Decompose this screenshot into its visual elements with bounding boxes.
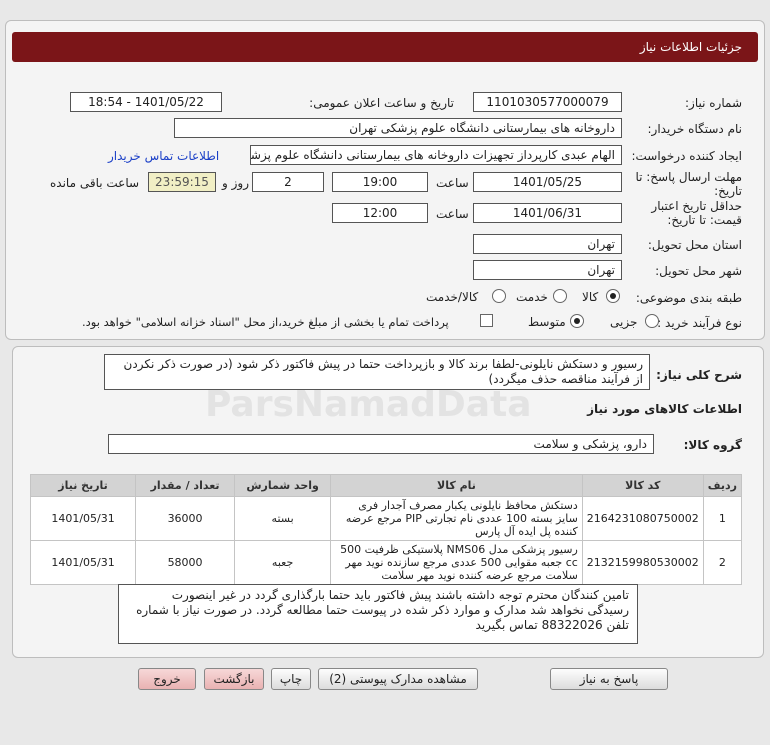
category-option-service: خدمت	[516, 290, 548, 304]
category-option-goods: کالا	[582, 290, 599, 304]
row-unit: جعبه	[234, 540, 332, 585]
deadline-label: مهلت ارسال پاسخ: تا تاریخ:	[635, 170, 742, 198]
buyer-contact-link[interactable]: اطلاعات تماس خریدار	[108, 149, 219, 163]
province-field: تهران	[473, 234, 622, 254]
col-name: نام کالا	[330, 474, 583, 497]
col-qty: تعداد / مقدار	[135, 474, 236, 497]
description-field: رسیور و دستکش نایلونی-لطفا برند کالا و ب…	[104, 354, 650, 390]
process-radio-medium[interactable]	[570, 314, 584, 328]
buyer-label: نام دستگاه خریدار:	[647, 122, 743, 136]
row-date: 1401/05/31	[29, 540, 137, 585]
creator-field: الهام عبدی کارپرداز تجهیزات داروخانه های…	[250, 145, 622, 165]
row-code: 2132159980530002	[581, 540, 704, 585]
table-row[interactable]: 1 2164231080750002 دستکش محافظ نایلونی ی…	[29, 496, 743, 541]
goods-table-header: ردیف کد کالا نام کالا واحد شمارش تعداد /…	[29, 474, 743, 497]
days-field: 2	[252, 172, 324, 192]
row-index: 2	[702, 540, 743, 585]
col-unit: واحد شمارش	[234, 474, 332, 497]
creator-label: ایجاد کننده درخواست:	[631, 149, 742, 163]
city-label: شهر محل تحویل:	[655, 264, 742, 278]
process-option-minor: جزیی	[610, 315, 638, 329]
goods-table: ردیف کد کالا نام کالا واحد شمارش تعداد /…	[29, 474, 743, 585]
col-index: ردیف	[702, 474, 743, 497]
col-date: تاریخ نیاز	[29, 474, 137, 497]
category-radio-goods-service[interactable]	[492, 289, 506, 303]
description-label: شرح کلی نیاز:	[656, 368, 742, 382]
row-name: رسیور پزشکی مدل NMS06 پلاستیکی ظرفیت 500…	[330, 540, 583, 585]
row-qty: 36000	[135, 496, 236, 541]
treasury-payment-note: پرداخت تمام یا بخشی از مبلغ خرید،از محل …	[82, 315, 449, 329]
treasury-payment-checkbox[interactable]	[480, 314, 493, 327]
process-radio-minor[interactable]	[645, 314, 659, 328]
validity-time-field: 12:00	[332, 203, 428, 223]
goods-section-title: اطلاعات کالاهای مورد نیاز	[587, 402, 742, 416]
province-label: استان محل تحویل:	[647, 238, 742, 252]
attachments-button[interactable]: مشاهده مدارک پیوستی (2)	[318, 668, 478, 690]
row-index: 1	[702, 496, 743, 541]
category-radio-goods[interactable]	[606, 289, 620, 303]
deadline-time-label: ساعت	[436, 176, 469, 190]
buyer-note: تامین کنندگان محترم توجه داشته باشند پیش…	[118, 584, 638, 644]
goods-group-label: گروه کالا:	[683, 438, 742, 452]
city-field: تهران	[473, 260, 622, 280]
validity-date-field: 1401/06/31	[473, 203, 622, 223]
row-qty: 58000	[135, 540, 236, 585]
category-label: طبقه بندی موضوعی:	[635, 291, 742, 305]
row-date: 1401/05/31	[29, 496, 137, 541]
row-name: دستکش محافظ نایلونی یکبار مصرف آجدار فری…	[330, 496, 583, 541]
days-label: روز و	[222, 176, 249, 190]
category-option-goods-service: کالا/خدمت	[426, 290, 479, 304]
col-code: کد کالا	[581, 474, 704, 497]
process-option-medium: متوسط	[528, 315, 566, 329]
row-unit: بسته	[234, 496, 332, 541]
table-row[interactable]: 2 2132159980530002 رسیور پزشکی مدل NMS06…	[29, 540, 743, 585]
announce-label: تاریخ و ساعت اعلان عمومی:	[309, 96, 454, 110]
goods-group-field: دارو، پزشکی و سلامت	[108, 434, 654, 454]
remaining-time-field: 23:59:15	[148, 172, 216, 192]
process-label: نوع فرآیند خرید :	[657, 316, 742, 330]
validity-label: حداقل تاریخ اعتبار قیمت: تا تاریخ:	[651, 199, 742, 227]
category-radio-service[interactable]	[553, 289, 567, 303]
exit-button[interactable]: خروج	[138, 668, 196, 690]
deadline-date-field: 1401/05/25	[473, 172, 622, 192]
buyer-field: داروخانه های بیمارستانی دانشگاه علوم پزش…	[174, 118, 622, 138]
back-button[interactable]: بازگشت	[204, 668, 264, 690]
row-code: 2164231080750002	[581, 496, 704, 541]
print-button[interactable]: چاپ	[271, 668, 311, 690]
remaining-label: ساعت باقی مانده	[50, 176, 140, 190]
announce-date-field: 1401/05/22 - 18:54	[70, 92, 222, 112]
need-number-field: 1101030577000079	[473, 92, 622, 112]
deadline-time-field: 19:00	[332, 172, 428, 192]
validity-time-label: ساعت	[436, 207, 469, 221]
reply-button[interactable]: پاسخ به نیاز	[550, 668, 668, 690]
need-number-label: شماره نیاز:	[685, 96, 742, 110]
page-title: جزئیات اطلاعات نیاز	[12, 32, 758, 62]
